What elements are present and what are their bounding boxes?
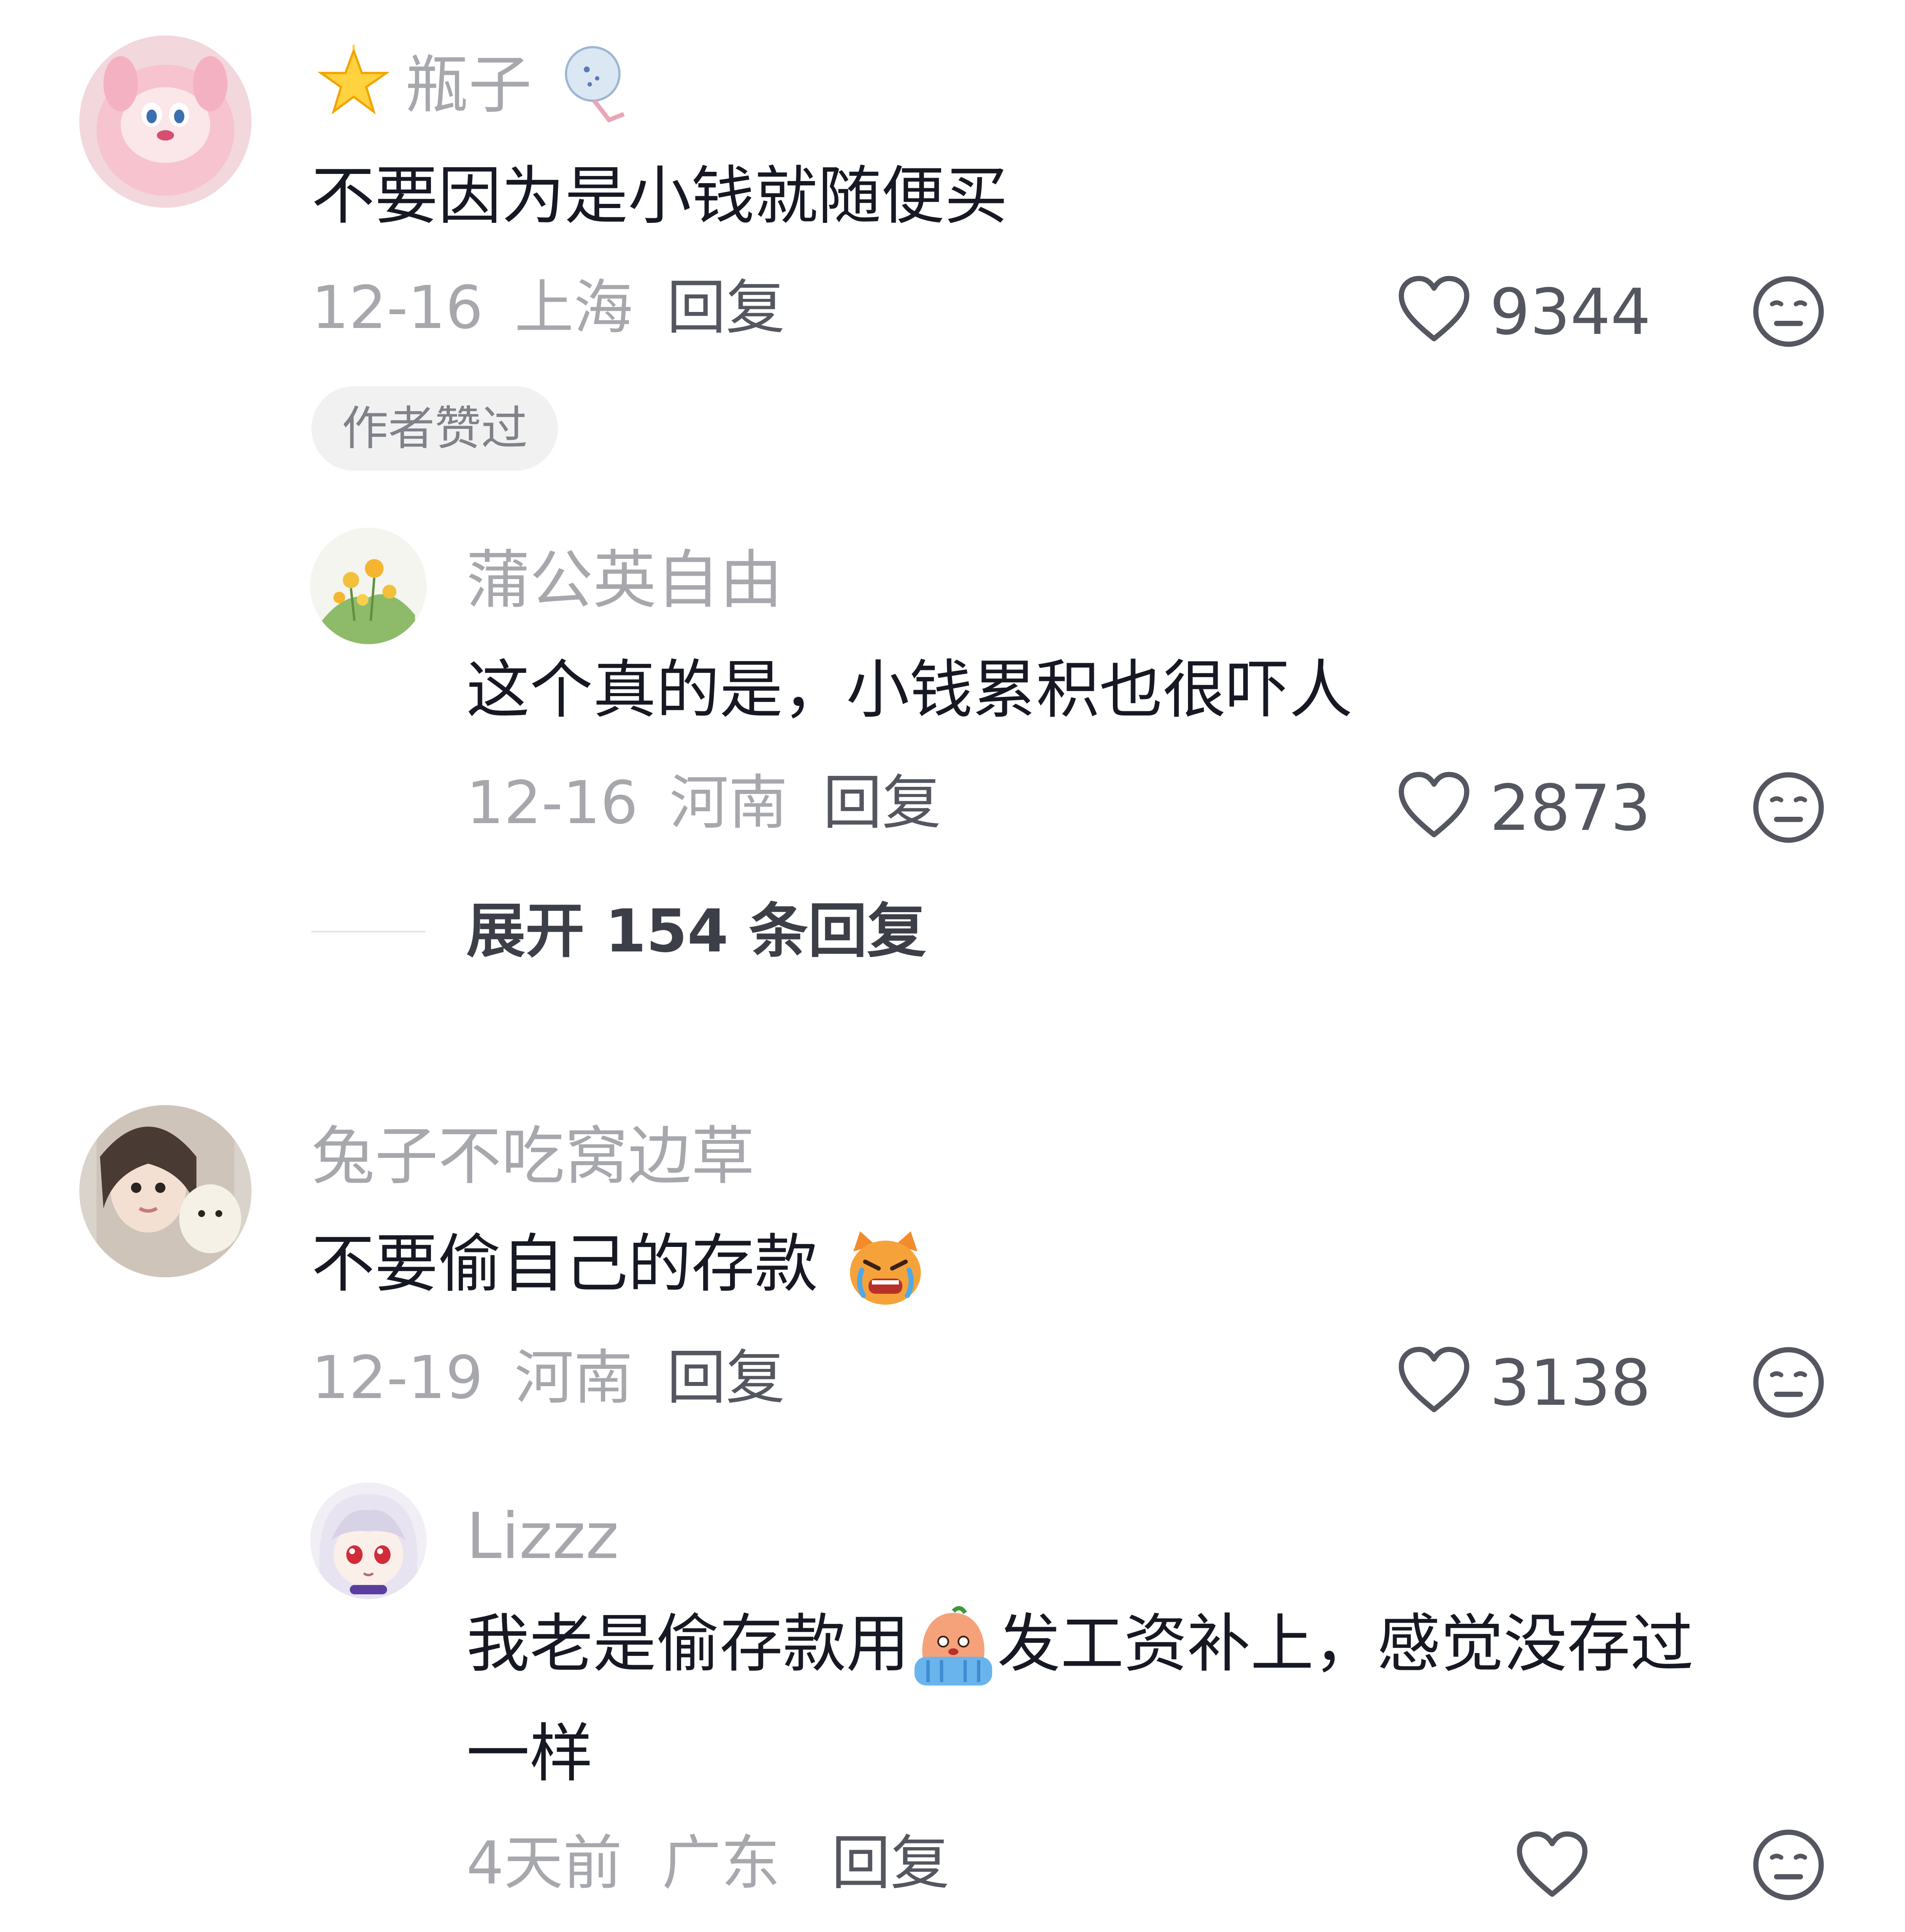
comment-text: 不要因为是小钱就随便买 (311, 160, 1008, 233)
reply-location: 广东 (662, 1829, 780, 1898)
reply-button[interactable]: 回复 (667, 1342, 785, 1414)
avatar[interactable] (79, 1105, 252, 1277)
heart-outline-icon[interactable] (1397, 274, 1471, 344)
reply-location: 河南 (669, 769, 788, 837)
like-count: 9344 (1490, 276, 1651, 349)
reply-button[interactable]: 回复 (667, 272, 785, 344)
neutral-face-icon[interactable] (1751, 1345, 1826, 1420)
comment-username[interactable]: 兔子不吃窝边草 (311, 1119, 755, 1195)
author-liked-badge: 作者赞过 (311, 386, 558, 471)
comment-date: 12-19 (311, 1344, 483, 1412)
comment-text: 不要偷自己的存款 (311, 1211, 933, 1317)
reply-date: 4天前 (466, 1829, 622, 1898)
crying-angry-cat-emoji (843, 1226, 928, 1311)
reply-date-location: 4天前 广东 (466, 1828, 780, 1899)
comment-date-location: 12-19 河南 (311, 1342, 633, 1414)
comment-date-location: 12-16 上海 (311, 272, 633, 344)
reply-text-line2: 一样 (466, 1717, 593, 1791)
reply-text: 这个真的是，小钱累积也很吓人 (466, 653, 1353, 727)
avatar[interactable] (310, 528, 427, 644)
heart-outline-icon[interactable] (1515, 1830, 1589, 1899)
bottle-badge-icon (557, 42, 631, 125)
expand-divider (311, 931, 425, 932)
reply-username[interactable]: Lizzz (466, 1498, 619, 1574)
avatar[interactable] (310, 1482, 427, 1599)
reply-username[interactable]: 蒲公英自由 (466, 542, 783, 618)
neutral-face-icon[interactable] (1751, 1828, 1826, 1902)
reply-date-location: 12-16 河南 (466, 767, 787, 839)
comment-location: 河南 (514, 1344, 633, 1412)
reply-button[interactable]: 回复 (831, 1828, 950, 1899)
reply-text: 我老是偷存款用 发工资补上，感觉没存过 (466, 1591, 1694, 1697)
comment-date: 12-16 (311, 274, 483, 342)
comment-location: 上海 (514, 274, 633, 342)
reply-text-part1: 我老是偷存款用 (466, 1607, 910, 1681)
crying-tears-emoji (911, 1606, 996, 1691)
reply-button[interactable]: 回复 (823, 767, 941, 839)
heart-outline-icon[interactable] (1397, 770, 1471, 840)
reply-date: 12-16 (466, 769, 638, 837)
avatar[interactable] (79, 35, 252, 208)
comment-text-body: 不要偷自己的存款 (311, 1227, 818, 1301)
comment-username[interactable]: 瓶子 (405, 47, 532, 123)
expand-replies-button[interactable]: 展开 154 条回复 (466, 896, 926, 967)
like-count: 3138 (1490, 1347, 1651, 1420)
like-count: 2873 (1490, 772, 1651, 845)
heart-outline-icon[interactable] (1397, 1345, 1471, 1414)
reply-text-part2: 发工资补上，感觉没存过 (997, 1607, 1694, 1681)
neutral-face-icon[interactable] (1751, 770, 1826, 845)
neutral-face-icon[interactable] (1751, 274, 1826, 349)
star-badge-icon (317, 45, 391, 119)
